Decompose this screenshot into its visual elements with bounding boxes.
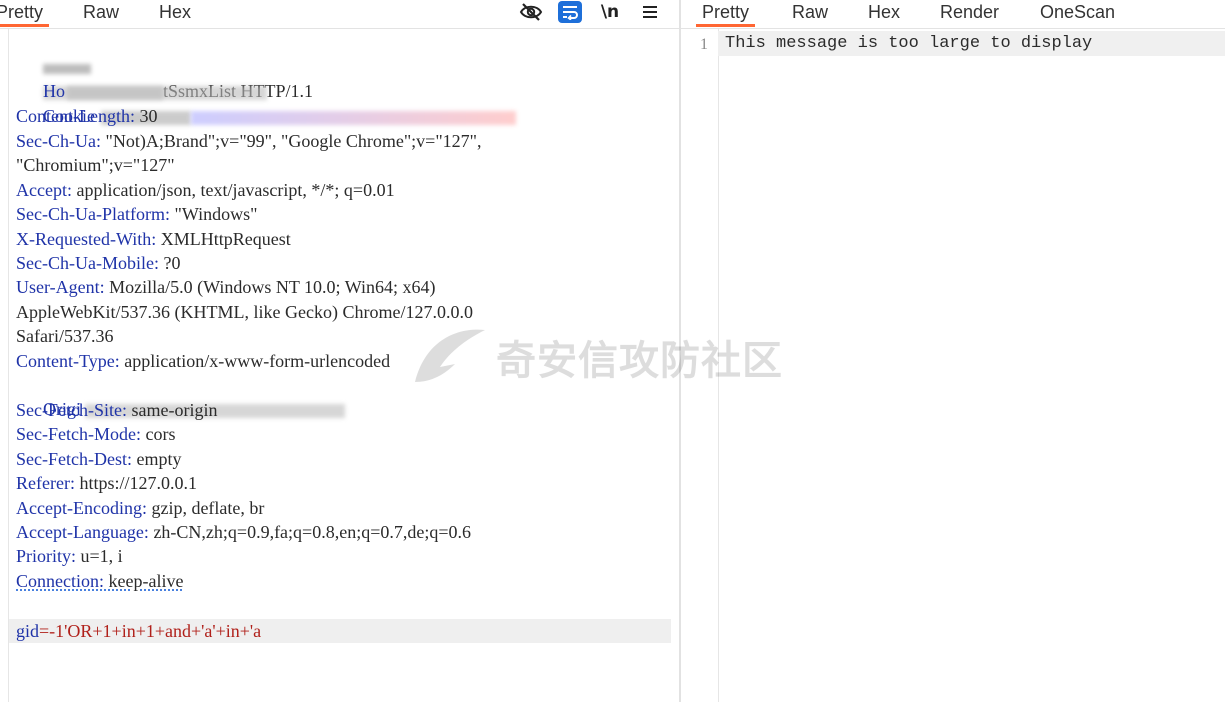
response-tab-onescan[interactable]: OneScan [1040, 0, 1115, 27]
request-editor[interactable]: tSsmxList HTTP/1.1 Ho Cookie Content-Len… [8, 29, 671, 702]
header-origin: Origi [16, 373, 345, 419]
header-host: Ho [16, 55, 267, 101]
line-number-gutter: 1 [681, 29, 719, 702]
header-sec-ch-ua-platform: Sec-Ch-Ua-Platform: "Windows" [16, 204, 258, 224]
header-accept: Accept: application/json, text/javascrip… [16, 180, 395, 200]
header-user-agent-cont: AppleWebKit/537.36 (KHTML, like Gecko) C… [16, 302, 473, 322]
header-sec-ch-ua-cont: "Chromium";v="127" [16, 155, 175, 175]
header-x-requested-with: X-Requested-With: XMLHttpRequest [16, 229, 291, 249]
header-sec-ch-ua-mobile: Sec-Ch-Ua-Mobile: ?0 [16, 253, 181, 273]
header-cookie: Cookie [16, 80, 516, 126]
request-tab-raw[interactable]: Raw [83, 0, 119, 27]
menu-icon[interactable] [640, 0, 660, 24]
header-content-type: Content-Type: application/x-www-form-url… [16, 351, 391, 371]
header-accept-encoding: Accept-Encoding: gzip, deflate, br [16, 498, 265, 518]
response-tab-hex[interactable]: Hex [868, 0, 900, 27]
header-sec-fetch-mode: Sec-Fetch-Mode: cors [16, 424, 176, 444]
header-connection: Connection: keep-alive [16, 571, 184, 591]
request-tab-pretty[interactable]: Pretty [0, 0, 50, 27]
line-number: 1 [700, 36, 708, 53]
response-pane: Pretty Raw Hex Render OneScan 1 This mes… [681, 0, 1225, 702]
header-accept-language: Accept-Language: zh-CN,zh;q=0.9,fa;q=0.8… [16, 522, 471, 542]
header-referer: Referer: https://127.0.0.1 [16, 473, 197, 493]
hide-nonprintable-icon[interactable] [518, 0, 544, 24]
response-tab-raw[interactable]: Raw [792, 0, 828, 27]
header-sec-fetch-site: Sec-Fetch-Site: same-origin [16, 400, 218, 420]
request-body: gid=-1'OR+1+in+1+and+'a'+in+'a [9, 619, 671, 643]
request-line: tSsmxList HTTP/1.1 [16, 31, 313, 101]
header-sec-fetch-dest: Sec-Fetch-Dest: empty [16, 449, 182, 469]
header-content-length: Content-Length: 30 [16, 106, 158, 126]
word-wrap-button[interactable] [557, 0, 583, 24]
show-newline-button[interactable]: \n [599, 0, 621, 24]
header-sec-ch-ua: Sec-Ch-Ua: "Not)A;Brand";v="99", "Google… [16, 131, 482, 151]
response-tab-bar: Pretty Raw Hex Render OneScan [681, 0, 1225, 29]
response-tab-pretty[interactable]: Pretty [695, 0, 756, 27]
response-message: This message is too large to display [725, 34, 1093, 53]
request-tab-hex[interactable]: Hex [159, 0, 191, 27]
response-message-line[interactable]: This message is too large to display [718, 31, 1225, 56]
header-priority: Priority: u=1, i [16, 546, 123, 566]
header-user-agent-cont: Safari/537.36 [16, 326, 114, 346]
response-tab-render[interactable]: Render [940, 0, 999, 27]
word-wrap-icon [558, 1, 582, 23]
request-pane: Pretty Raw Hex \n t [0, 0, 679, 702]
header-user-agent: User-Agent: Mozilla/5.0 (Windows NT 10.0… [16, 277, 436, 297]
redacted-block [191, 110, 516, 125]
